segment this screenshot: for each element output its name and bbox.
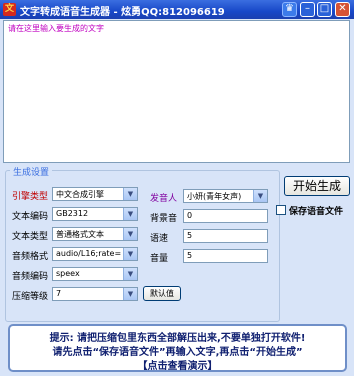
speed-label: 语速 bbox=[150, 234, 169, 244]
chevron-down-icon: ▼ bbox=[123, 188, 137, 200]
audio-format-select[interactable]: audio/L16;rate= ▼ bbox=[52, 247, 138, 261]
text-type-select[interactable]: 普通格式文本 ▼ bbox=[52, 227, 138, 241]
minimize-button[interactable]: – bbox=[300, 2, 315, 17]
view-demo-link[interactable]: 【点击查看演示】 bbox=[10, 357, 345, 372]
default-button[interactable]: 默认值 bbox=[143, 286, 181, 301]
compression-label: 压缩等级 bbox=[12, 292, 49, 302]
save-audio-label: 保存语音文件 bbox=[289, 207, 344, 217]
encoding-label: 文本编码 bbox=[12, 212, 49, 222]
volume-field[interactable]: 5 bbox=[183, 249, 268, 263]
tip-line-1: 提示: 请把压缩包里东西全部解压出来,不要单独打开软件! bbox=[49, 333, 306, 344]
save-audio-checkbox[interactable] bbox=[276, 205, 286, 215]
chevron-down-icon: ▼ bbox=[123, 268, 137, 280]
speaker-select[interactable]: 小妍(青年女声) ▼ bbox=[183, 189, 268, 203]
encoding-select[interactable]: GB2312 ▼ bbox=[52, 207, 138, 221]
chevron-down-icon: ▼ bbox=[253, 190, 267, 202]
maximize-button[interactable]: □ bbox=[317, 2, 332, 17]
engine-value: 中文合成引擎 bbox=[56, 190, 104, 199]
speed-field[interactable]: 5 bbox=[183, 229, 268, 243]
chevron-down-icon: ▼ bbox=[123, 228, 137, 240]
bg-sound-label: 背景音 bbox=[150, 214, 178, 224]
audio-encoding-label: 音频编码 bbox=[12, 272, 49, 282]
audio-format-label: 音频格式 bbox=[12, 252, 49, 262]
encoding-value: GB2312 bbox=[56, 209, 89, 218]
app-icon: 文 bbox=[3, 3, 16, 16]
volume-value: 5 bbox=[187, 251, 193, 260]
bg-sound-field[interactable]: 0 bbox=[183, 209, 268, 223]
volume-label: 音量 bbox=[150, 254, 169, 264]
speed-value: 5 bbox=[187, 231, 193, 240]
tip-line-2: 请先点击“保存语音文件”再输入文字,再点击“开始生成” bbox=[52, 347, 303, 358]
compression-select[interactable]: 7 ▼ bbox=[52, 287, 138, 301]
speaker-label: 发音人 bbox=[150, 194, 178, 204]
tip-box: 提示: 请把压缩包里东西全部解压出来,不要单独打开软件! 请先点击“保存语音文件… bbox=[8, 324, 347, 372]
text-type-label: 文本类型 bbox=[12, 232, 49, 242]
chevron-down-icon: ▼ bbox=[123, 248, 137, 260]
compression-value: 7 bbox=[56, 289, 62, 298]
chevron-down-icon: ▼ bbox=[123, 208, 137, 220]
skin-button[interactable]: ♛ bbox=[282, 2, 297, 17]
engine-select[interactable]: 中文合成引擎 ▼ bbox=[52, 187, 138, 201]
speaker-value: 小妍(青年女声) bbox=[187, 192, 242, 201]
audio-encoding-value: speex bbox=[56, 269, 80, 278]
text-type-value: 普通格式文本 bbox=[56, 230, 104, 239]
bg-sound-value: 0 bbox=[187, 211, 193, 220]
close-button[interactable]: ✕ bbox=[335, 2, 350, 17]
engine-label: 引擎类型 bbox=[12, 192, 49, 202]
audio-encoding-select[interactable]: speex ▼ bbox=[52, 267, 138, 281]
text-input-area[interactable]: 请在这里输入要生成的文字 bbox=[3, 20, 350, 163]
audio-format-value: audio/L16;rate= bbox=[56, 249, 122, 258]
start-button[interactable]: 开始生成 bbox=[284, 176, 350, 196]
chevron-down-icon: ▼ bbox=[123, 288, 137, 300]
text-input-placeholder: 请在这里输入要生成的文字 bbox=[8, 24, 104, 33]
settings-group-title: 生成设置 bbox=[10, 165, 53, 178]
window-title: 文字转成语音生成器 - 炫勇QQ:812096619 bbox=[20, 7, 225, 18]
title-bar: 文 文字转成语音生成器 - 炫勇QQ:812096619 ♛ – □ ✕ bbox=[0, 0, 354, 19]
